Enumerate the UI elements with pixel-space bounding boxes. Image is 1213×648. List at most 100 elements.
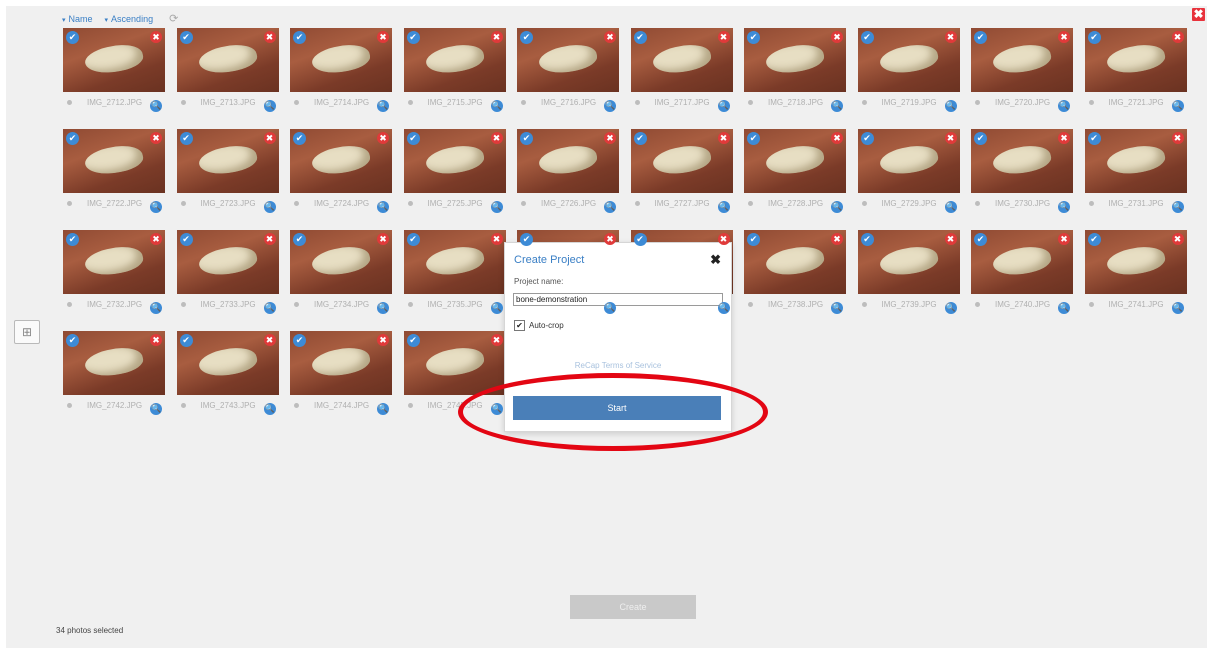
remove-icon[interactable]: ✖ [263, 233, 276, 245]
remove-icon[interactable]: ✖ [1058, 233, 1070, 245]
remove-icon[interactable]: ✖ [377, 132, 389, 144]
zoom-icon[interactable]: 🔍 [1058, 201, 1070, 213]
remove-icon[interactable]: ✖ [263, 334, 276, 346]
photo-thumbnail[interactable]: ✔ ✖ 🔍 IMG_2738.JPG [744, 230, 846, 317]
remove-icon[interactable]: ✖ [377, 233, 389, 245]
remove-icon[interactable]: ✖ [490, 132, 503, 144]
checkmark-icon[interactable]: ✔ [1087, 233, 1101, 246]
checkmark-icon[interactable]: ✔ [179, 334, 193, 347]
checkmark-icon[interactable]: ✔ [633, 233, 647, 246]
checkmark-icon[interactable]: ✔ [293, 132, 306, 145]
checkmark-icon[interactable]: ✔ [860, 132, 874, 145]
checkmark-icon[interactable]: ✔ [974, 31, 987, 44]
checkmark-icon[interactable]: ✔ [179, 132, 193, 145]
photo-thumbnail[interactable]: ✔ ✖ 🔍 IMG_2722.JPG [63, 129, 165, 216]
close-app-icon[interactable]: ✖ [1192, 8, 1205, 21]
zoom-icon[interactable]: 🔍 [831, 100, 843, 112]
zoom-icon[interactable]: 🔍 [150, 403, 162, 415]
photo-thumbnail[interactable]: ✔ ✖ 🔍 IMG_2734.JPG [290, 230, 392, 317]
zoom-icon[interactable]: 🔍 [604, 201, 616, 213]
terms-of-service-link[interactable]: ReCap Terms of Service [505, 361, 731, 370]
zoom-icon[interactable]: 🔍 [1171, 302, 1184, 314]
create-button[interactable]: Create [570, 595, 696, 619]
zoom-icon[interactable]: 🔍 [490, 201, 503, 213]
checkmark-icon[interactable]: ✔ [406, 31, 420, 44]
zoom-icon[interactable]: 🔍 [831, 302, 843, 314]
refresh-icon[interactable]: ⟳ [169, 12, 178, 25]
checkmark-icon[interactable]: ✔ [974, 132, 987, 145]
checkmark-icon[interactable]: ✔ [179, 31, 193, 44]
zoom-icon[interactable]: 🔍 [1058, 100, 1070, 112]
photo-thumbnail[interactable]: ✔ ✖ 🔍 IMG_2723.JPG [176, 129, 279, 216]
remove-icon[interactable]: ✖ [490, 334, 503, 346]
photo-thumbnail[interactable]: ✔ ✖ 🔍 IMG_2713.JPG [176, 28, 279, 115]
checkmark-icon[interactable]: ✔ [1087, 31, 1101, 44]
checkmark-icon[interactable]: ✔ [406, 132, 420, 145]
zoom-icon[interactable]: 🔍 [377, 403, 389, 415]
remove-icon[interactable]: ✖ [717, 132, 730, 144]
remove-icon[interactable]: ✖ [944, 31, 957, 43]
photo-thumbnail[interactable]: ✔ ✖ 🔍 IMG_2731.JPG [1084, 129, 1187, 216]
photo-thumbnail[interactable]: ✔ ✖ 🔍 IMG_2744.JPG [290, 331, 392, 418]
checkmark-icon[interactable]: ✔ [179, 233, 193, 246]
remove-icon[interactable]: ✖ [604, 233, 616, 245]
remove-icon[interactable]: ✖ [717, 233, 730, 245]
zoom-icon[interactable]: 🔍 [263, 201, 276, 213]
photo-thumbnail[interactable]: ✔ ✖ 🔍 IMG_2716.JPG [517, 28, 619, 115]
checkmark-icon[interactable]: ✔ [66, 132, 79, 145]
zoom-icon[interactable]: 🔍 [1171, 201, 1184, 213]
zoom-icon[interactable]: 🔍 [831, 201, 843, 213]
zoom-icon[interactable]: 🔍 [1058, 302, 1070, 314]
photo-thumbnail[interactable]: ✔ ✖ 🔍 IMG_2745.JPG [403, 331, 506, 418]
remove-icon[interactable]: ✖ [604, 132, 616, 144]
photo-thumbnail[interactable]: ✔ ✖ 🔍 IMG_2717.JPG [630, 28, 733, 115]
photo-thumbnail[interactable]: ✔ ✖ 🔍 IMG_2742.JPG [63, 331, 165, 418]
photo-thumbnail[interactable]: ✔ ✖ 🔍 IMG_2735.JPG [403, 230, 506, 317]
zoom-icon[interactable]: 🔍 [150, 201, 162, 213]
checkmark-icon[interactable]: ✔ [1087, 132, 1101, 145]
zoom-icon[interactable]: 🔍 [717, 302, 730, 314]
photo-thumbnail[interactable]: ✔ ✖ 🔍 IMG_2719.JPG [857, 28, 960, 115]
photo-thumbnail[interactable]: ✔ ✖ 🔍 IMG_2714.JPG [290, 28, 392, 115]
photo-thumbnail[interactable]: ✔ ✖ 🔍 IMG_2739.JPG [857, 230, 960, 317]
checkmark-icon[interactable]: ✔ [406, 334, 420, 347]
zoom-icon[interactable]: 🔍 [377, 201, 389, 213]
checkmark-icon[interactable]: ✔ [293, 334, 306, 347]
photo-thumbnail[interactable]: ✔ ✖ 🔍 IMG_2732.JPG [63, 230, 165, 317]
photo-thumbnail[interactable]: ✔ ✖ 🔍 IMG_2728.JPG [744, 129, 846, 216]
checkmark-icon[interactable]: ✔ [747, 31, 760, 44]
remove-icon[interactable]: ✖ [263, 31, 276, 43]
zoom-icon[interactable]: 🔍 [263, 403, 276, 415]
zoom-icon[interactable]: 🔍 [604, 100, 616, 112]
remove-icon[interactable]: ✖ [604, 31, 616, 43]
remove-icon[interactable]: ✖ [490, 31, 503, 43]
remove-icon[interactable]: ✖ [831, 31, 843, 43]
zoom-icon[interactable]: 🔍 [490, 302, 503, 314]
zoom-icon[interactable]: 🔍 [944, 100, 957, 112]
photo-thumbnail[interactable]: ✔ ✖ 🔍 IMG_2720.JPG [971, 28, 1073, 115]
remove-icon[interactable]: ✖ [263, 132, 276, 144]
checkmark-icon[interactable]: ✔ [633, 31, 647, 44]
zoom-icon[interactable]: 🔍 [944, 201, 957, 213]
remove-icon[interactable]: ✖ [377, 31, 389, 43]
checkmark-icon[interactable]: ✔ [747, 132, 760, 145]
photo-thumbnail[interactable]: ✔ ✖ 🔍 IMG_2725.JPG [403, 129, 506, 216]
remove-icon[interactable]: ✖ [944, 233, 957, 245]
checkmark-icon[interactable]: ✔ [406, 233, 420, 246]
remove-icon[interactable]: ✖ [944, 132, 957, 144]
remove-icon[interactable]: ✖ [717, 31, 730, 43]
remove-icon[interactable]: ✖ [150, 334, 162, 346]
remove-icon[interactable]: ✖ [377, 334, 389, 346]
zoom-icon[interactable]: 🔍 [604, 302, 616, 314]
checkmark-icon[interactable]: ✔ [860, 31, 874, 44]
checkmark-icon[interactable]: ✔ [293, 233, 306, 246]
zoom-icon[interactable]: 🔍 [717, 201, 730, 213]
checkmark-icon[interactable]: ✔ [860, 233, 874, 246]
checkmark-icon[interactable]: ✔ [974, 233, 987, 246]
photo-thumbnail[interactable]: ✔ ✖ 🔍 IMG_2726.JPG [517, 129, 619, 216]
remove-icon[interactable]: ✖ [1058, 132, 1070, 144]
start-button[interactable]: Start [513, 396, 721, 420]
photo-thumbnail[interactable]: ✔ ✖ 🔍 IMG_2730.JPG [971, 129, 1073, 216]
remove-icon[interactable]: ✖ [1171, 132, 1184, 144]
sort-field-dropdown[interactable]: ▾ Name [62, 14, 93, 24]
